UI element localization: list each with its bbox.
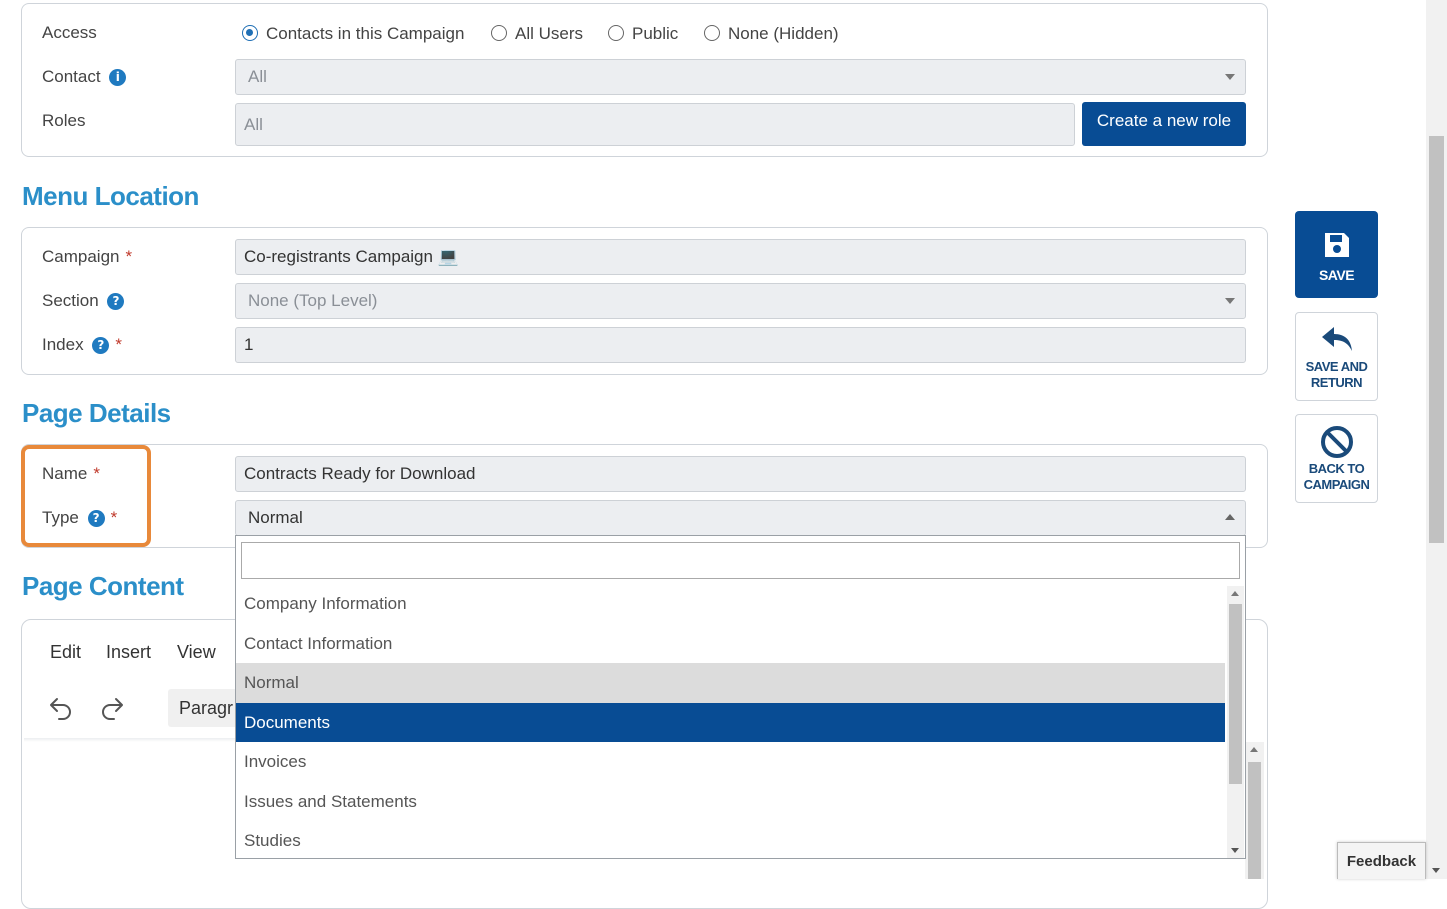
radio-checked-icon — [242, 25, 258, 41]
radio-contacts-in-campaign[interactable]: Contacts in this Campaign — [242, 24, 464, 44]
chevron-down-icon — [1225, 298, 1235, 304]
dropdown-option-normal[interactable]: Normal — [236, 663, 1225, 703]
undo-icon[interactable] — [48, 694, 74, 725]
help-icon[interactable]: ? — [107, 293, 125, 310]
page-content-title: Page Content — [22, 571, 184, 601]
required-marker: * — [110, 508, 118, 527]
page-details-title: Page Details — [22, 398, 171, 428]
campaign-label: Campaign * — [42, 247, 133, 266]
floppy-disk-icon — [1295, 229, 1378, 261]
radio-public[interactable]: Public — [608, 24, 678, 44]
editor-menu-view[interactable]: View — [177, 642, 216, 663]
dropdown-option-company-information[interactable]: Company Information — [236, 584, 1225, 624]
page-scrollbar[interactable] — [1426, 0, 1447, 879]
type-dropdown: Company Information Contact Information … — [235, 535, 1246, 859]
dropdown-search-input[interactable] — [241, 542, 1240, 579]
back-to-campaign-button[interactable]: BACK TO CAMPAIGN — [1295, 414, 1378, 503]
redo-icon[interactable] — [99, 694, 125, 725]
index-label: Index ? * — [42, 335, 122, 354]
required-marker: * — [115, 335, 122, 354]
dropdown-option-documents[interactable]: Documents — [236, 702, 1225, 742]
scroll-up-icon — [1250, 747, 1258, 752]
radio-label: None (Hidden) — [728, 24, 839, 43]
paragraph-format-select[interactable]: Paragr — [168, 689, 235, 727]
campaign-field: Co-registrants Campaign 💻 — [235, 239, 1246, 275]
type-select[interactable]: Normal — [235, 500, 1246, 536]
radio-unchecked-icon — [608, 25, 624, 41]
radio-none-hidden[interactable]: None (Hidden) — [704, 24, 839, 44]
reply-arrow-icon — [1296, 325, 1377, 355]
name-input[interactable]: Contracts Ready for Download — [235, 456, 1246, 492]
save-label: SAVE — [1318, 267, 1355, 283]
feedback-button[interactable]: Feedback — [1337, 842, 1426, 879]
required-marker: * — [125, 247, 133, 266]
section-select[interactable]: None (Top Level) — [235, 283, 1246, 319]
editor-scrollbar[interactable] — [1245, 742, 1264, 879]
menu-location-title: Menu Location — [22, 181, 199, 211]
radio-label: Contacts in this Campaign — [266, 24, 465, 43]
chevron-down-icon — [1225, 74, 1235, 80]
scroll-down-icon[interactable] — [1432, 868, 1440, 873]
highlight-box — [21, 445, 151, 547]
back-to-campaign-label: BACK TO CAMPAIGN — [1303, 461, 1370, 492]
save-and-return-button[interactable]: SAVE AND RETURN — [1295, 312, 1378, 401]
scroll-down-icon[interactable] — [1231, 848, 1239, 853]
dropdown-option-issues-and-statements[interactable]: Issues and Statements — [236, 782, 1225, 822]
radio-unchecked-icon — [704, 25, 720, 41]
info-icon[interactable]: i — [109, 69, 127, 86]
dropdown-scrollbar[interactable] — [1227, 586, 1244, 858]
ban-icon — [1296, 425, 1377, 459]
help-icon[interactable]: ? — [87, 510, 105, 527]
radio-label: Public — [632, 24, 679, 43]
roles-input[interactable]: All — [235, 103, 1075, 146]
save-button[interactable]: SAVE — [1295, 211, 1378, 298]
access-label: Access — [42, 23, 97, 42]
dropdown-scroll-thumb[interactable] — [1229, 604, 1242, 784]
dropdown-option-studies[interactable]: Studies — [236, 821, 1225, 861]
editor-toolbar-shadow — [24, 738, 254, 742]
index-input[interactable]: 1 — [235, 327, 1246, 363]
contact-label: Contact i — [42, 67, 127, 87]
create-role-button[interactable]: Create a new role — [1082, 102, 1246, 146]
section-label: Section ? — [42, 291, 125, 311]
help-icon[interactable]: ? — [92, 337, 110, 354]
contact-select[interactable]: All — [235, 59, 1246, 95]
scroll-up-icon[interactable] — [1231, 591, 1239, 596]
radio-label: All Users — [515, 24, 584, 43]
editor-menu-edit[interactable]: Edit — [50, 642, 81, 663]
page-scroll-thumb[interactable] — [1429, 136, 1444, 543]
editor-scroll-thumb[interactable] — [1248, 762, 1261, 879]
required-marker: * — [93, 464, 100, 483]
editor-menu-insert[interactable]: Insert — [106, 642, 151, 663]
dropdown-option-invoices[interactable]: Invoices — [236, 742, 1225, 782]
radio-all-users[interactable]: All Users — [491, 24, 583, 44]
roles-label: Roles — [42, 111, 86, 130]
save-and-return-label: SAVE AND RETURN — [1305, 359, 1368, 390]
dropdown-options: Company Information Contact Information … — [236, 584, 1225, 858]
name-label: Name * — [42, 464, 100, 483]
dropdown-option-contact-information[interactable]: Contact Information — [236, 624, 1225, 664]
radio-unchecked-icon — [491, 25, 507, 41]
type-label: Type ? * — [42, 508, 118, 527]
chevron-up-icon — [1225, 514, 1235, 520]
